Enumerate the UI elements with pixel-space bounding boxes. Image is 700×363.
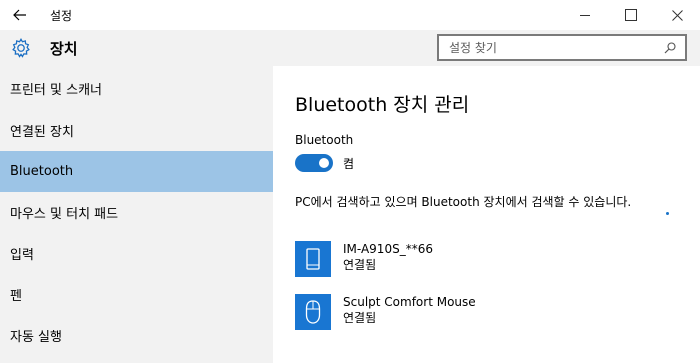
device-item[interactable]: IM-A910S_**66 연결됨: [295, 241, 433, 277]
close-button[interactable]: [654, 0, 700, 30]
title-bar: 설정: [0, 0, 700, 30]
gear-icon: [8, 35, 34, 61]
sidebar: 프린터 및 스캐너 연결된 장치 Bluetooth 마우스 및 터치 패드 입…: [0, 66, 273, 363]
device-name: IM-A910S_**66: [343, 242, 433, 256]
minimize-button[interactable]: [562, 0, 608, 30]
sidebar-item-typing[interactable]: 입력: [0, 233, 273, 274]
page-title: Bluetooth 장치 관리: [295, 94, 470, 116]
sidebar-item-mouse-touchpad[interactable]: 마우스 및 터치 패드: [0, 192, 273, 233]
page-category-title: 장치: [50, 39, 78, 58]
device-status: 연결됨: [343, 311, 377, 325]
window-controls: [562, 0, 700, 30]
back-button[interactable]: [0, 0, 40, 30]
search-input[interactable]: 설정 찾기: [437, 34, 687, 61]
search-placeholder: 설정 찾기: [449, 41, 497, 55]
discovery-description: PC에서 검색하고 있으며 Bluetooth 장치에서 검색할 수 있습니다.: [295, 195, 632, 209]
sidebar-item-autoplay[interactable]: 자동 실행: [0, 315, 273, 356]
maximize-button[interactable]: [608, 0, 654, 30]
device-name: Sculpt Comfort Mouse: [343, 295, 476, 309]
sidebar-item-printers[interactable]: 프린터 및 스캐너: [0, 66, 273, 110]
arrow-left-icon: [13, 9, 26, 21]
progress-dot: [666, 212, 669, 215]
toggle-knob: [319, 158, 329, 168]
device-item[interactable]: Sculpt Comfort Mouse 연결됨: [295, 294, 476, 330]
header: 장치 설정 찾기: [0, 30, 700, 66]
main-content: Bluetooth 장치 관리 Bluetooth 켬 PC에서 검색하고 있으…: [273, 66, 700, 363]
close-icon: [671, 9, 683, 21]
toggle-state-label: 켬: [343, 157, 355, 171]
app-title: 설정: [50, 8, 73, 23]
phone-icon: [295, 241, 331, 277]
sidebar-item-bluetooth[interactable]: Bluetooth: [0, 151, 273, 192]
bluetooth-toggle[interactable]: [295, 154, 333, 172]
search-icon[interactable]: [661, 39, 679, 57]
device-status: 연결됨: [343, 258, 377, 272]
mouse-icon: [295, 294, 331, 330]
sidebar-item-pen[interactable]: 펜: [0, 274, 273, 315]
sidebar-item-connected-devices[interactable]: 연결된 장치: [0, 110, 273, 151]
bluetooth-label: Bluetooth: [295, 133, 354, 147]
